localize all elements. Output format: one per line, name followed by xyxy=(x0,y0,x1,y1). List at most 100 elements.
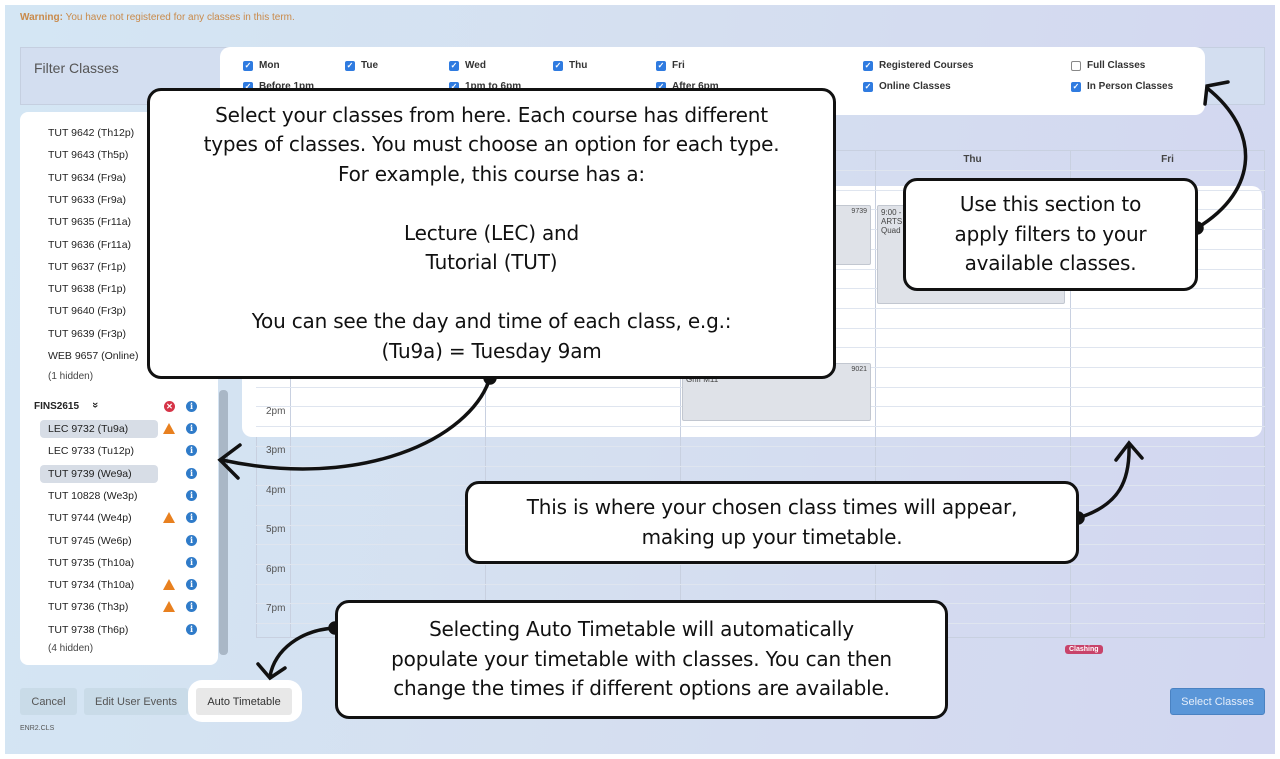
hour-label: 7pm xyxy=(266,603,286,614)
filter-checkbox[interactable]: ✓ In Person Classes xyxy=(1071,81,1173,92)
checkbox-icon[interactable]: ✓ xyxy=(656,60,666,71)
info-icon[interactable]: i xyxy=(186,489,197,501)
callout-line xyxy=(150,278,833,308)
checkbox-icon[interactable]: ✓ xyxy=(345,60,355,71)
callout-line: Selecting Auto Timetable will automatica… xyxy=(429,617,854,642)
class-option[interactable]: TUT 9739 (We9a) xyxy=(40,464,158,483)
class-option[interactable]: TUT 9745 (We6p) xyxy=(48,535,132,547)
list-item[interactable]: WEB 9657 (Online) xyxy=(48,350,138,362)
callout-line: Lecture (LEC) and xyxy=(404,220,579,245)
filter-label: Online Classes xyxy=(879,81,951,92)
checkbox-icon[interactable]: ✓ xyxy=(449,60,459,71)
checkbox-icon[interactable] xyxy=(1071,60,1081,71)
checkbox-icon[interactable]: ✓ xyxy=(863,81,873,92)
filter-checkbox[interactable]: ✓ Wed xyxy=(449,60,486,71)
callout-line: (Tu9a) = Tuesday 9am xyxy=(381,338,602,363)
callout-timetable: This is where your chosen class times wi… xyxy=(465,481,1079,564)
list-item[interactable]: TUT 9633 (Fr9a) xyxy=(48,194,126,206)
cancel-button[interactable]: Cancel xyxy=(20,688,77,715)
warning-message: Warning: You have not registered for any… xyxy=(20,12,295,23)
info-icon[interactable]: i xyxy=(186,534,197,546)
list-item[interactable]: TUT 9637 (Fr1p) xyxy=(48,261,126,273)
list-item[interactable]: TUT 9643 (Th5p) xyxy=(48,149,128,161)
day-header: Fri xyxy=(1161,154,1174,165)
filter-checkbox[interactable]: ✓ Mon xyxy=(243,60,280,71)
checkbox-icon[interactable]: ✓ xyxy=(553,60,563,71)
class-option[interactable]: LEC 9732 (Tu9a) xyxy=(40,420,158,438)
info-icon[interactable]: i xyxy=(186,467,197,479)
list-item[interactable]: TUT 9640 (Fr3p) xyxy=(48,305,126,317)
list-item[interactable]: TUT 9635 (Fr11a) xyxy=(48,216,131,228)
callout-line: available classes. xyxy=(964,251,1137,276)
filter-checkbox[interactable]: ✓ Tue xyxy=(345,60,378,71)
hour-label: 2pm xyxy=(266,406,286,417)
day-header: Thu xyxy=(963,154,982,165)
filter-checkbox[interactable]: ✓ Fri xyxy=(656,60,685,71)
checkbox-icon[interactable]: ✓ xyxy=(863,60,873,71)
class-option[interactable]: TUT 9734 (Th10a) xyxy=(48,579,134,591)
info-icon[interactable]: i xyxy=(186,401,197,412)
filter-label: Mon xyxy=(259,60,280,71)
list-item[interactable]: TUT 9636 (Fr11a) xyxy=(48,239,131,251)
info-icon[interactable]: i xyxy=(186,423,197,434)
class-option[interactable]: TUT 9744 (We4p) xyxy=(48,512,132,524)
class-option[interactable]: TUT 9735 (Th10a) xyxy=(48,557,134,569)
callout-auto-timetable: Selecting Auto Timetable will automatica… xyxy=(335,600,948,719)
row-line xyxy=(256,426,1265,428)
filter-label: Registered Courses xyxy=(879,60,974,71)
filter-label: In Person Classes xyxy=(1087,81,1174,92)
checkbox-icon[interactable]: ✓ xyxy=(243,60,253,71)
callout-line: apply filters to your xyxy=(954,221,1147,246)
list-item[interactable]: TUT 9639 (Fr3p) xyxy=(48,328,126,340)
event-id: 9021 xyxy=(851,366,867,373)
warning-icon xyxy=(163,423,175,434)
warning-label: Warning: xyxy=(20,12,63,23)
class-option[interactable]: TUT 10828 (We3p) xyxy=(48,490,138,502)
checkbox-icon[interactable]: ✓ xyxy=(1071,81,1081,92)
edit-user-events-button[interactable]: Edit User Events xyxy=(84,688,188,715)
callout-line: Tutorial (TUT) xyxy=(425,250,558,275)
filter-checkbox[interactable]: ✓ Online Classes xyxy=(863,81,951,92)
info-icon[interactable]: i xyxy=(186,623,197,635)
hour-label: 5pm xyxy=(266,524,286,536)
callout-line: populate your timetable with classes. Yo… xyxy=(391,646,892,671)
callout-line: Use this section to xyxy=(959,192,1142,217)
warning-text: You have not registered for any classes … xyxy=(62,12,295,23)
filter-label: Wed xyxy=(465,60,486,71)
callout-line xyxy=(150,189,833,219)
filter-label: Thu xyxy=(569,60,588,71)
list-item[interactable]: TUT 9634 (Fr9a) xyxy=(48,172,126,184)
warning-icon xyxy=(163,601,175,613)
info-icon[interactable]: i xyxy=(186,556,197,568)
filter-title: Filter Classes xyxy=(34,60,119,76)
auto-timetable-button[interactable]: Auto Timetable xyxy=(196,688,292,715)
filter-checkbox[interactable]: Full Classes xyxy=(1071,60,1145,71)
filter-label: Full Classes xyxy=(1087,60,1146,71)
class-option[interactable]: LEC 9733 (Tu12p) xyxy=(48,445,134,457)
clashing-badge: Clashing xyxy=(1065,645,1103,654)
filter-checkbox[interactable]: ✓ Thu xyxy=(553,60,587,71)
row-line xyxy=(256,564,1265,565)
page-code: ENR2.CLS xyxy=(20,725,55,732)
callout-line: Select your classes from here. Each cour… xyxy=(215,102,768,127)
callout-line: change the times if different options ar… xyxy=(393,676,890,701)
sidebar-scrollbar[interactable] xyxy=(219,390,228,655)
list-item[interactable]: TUT 9638 (Fr1p) xyxy=(48,283,126,295)
filter-checkbox[interactable]: ✓ Registered Courses xyxy=(863,60,973,71)
warning-icon xyxy=(163,579,175,591)
course-header[interactable]: FINS2615 xyxy=(34,401,79,412)
chevron-down-icon[interactable]: » xyxy=(89,402,101,408)
class-option[interactable]: TUT 9736 (Th3p) xyxy=(48,601,128,613)
row-line xyxy=(256,465,1265,467)
hidden-count: (4 hidden) xyxy=(48,643,94,654)
select-classes-button[interactable]: Select Classes xyxy=(1170,688,1265,715)
list-item[interactable]: TUT 9642 (Th12p) xyxy=(48,127,134,139)
filter-label: Tue xyxy=(361,60,379,71)
hour-label: 3pm xyxy=(266,445,286,457)
class-option[interactable]: TUT 9738 (Th6p) xyxy=(48,624,128,636)
event-id: 9739 xyxy=(851,208,867,215)
callout-line: You can see the day and time of each cla… xyxy=(251,309,732,334)
remove-course-icon[interactable]: ✕ xyxy=(164,401,175,412)
row-line xyxy=(256,583,1265,585)
callout-line: making up your timetable. xyxy=(641,524,903,549)
